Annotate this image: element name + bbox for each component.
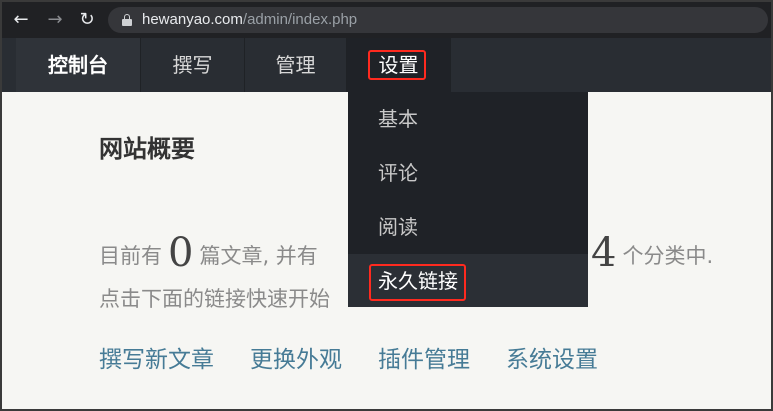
menu-item-reading[interactable]: 阅读: [348, 200, 588, 254]
forward-arrow-icon[interactable]: →: [44, 9, 66, 31]
tab-write[interactable]: 撰写: [141, 38, 245, 92]
url-host: hewanyao.com: [142, 11, 243, 28]
highlight-box-permalink: [369, 264, 466, 301]
link-change-theme[interactable]: 更换外观: [250, 342, 342, 378]
url-path: /admin/index.php: [242, 11, 358, 28]
summary-prefix: 目前有: [99, 244, 162, 268]
summary-line-end: 4 个分类中.: [585, 228, 713, 278]
quick-start-hint: 点击下面的链接快速开始: [99, 287, 330, 311]
tab-manage[interactable]: 管理: [245, 38, 347, 92]
reload-icon[interactable]: ↻: [76, 9, 98, 31]
menu-item-comments[interactable]: 评论: [348, 146, 588, 200]
lock-icon[interactable]: [122, 14, 132, 26]
summary-line: 目前有 0 篇文章, 并有: [99, 228, 318, 278]
url-text: hewanyao.com/admin/index.php: [142, 10, 357, 30]
post-count: 0: [168, 230, 194, 276]
highlight-box-settings: [368, 50, 426, 80]
tab-dashboard[interactable]: 控制台: [16, 38, 141, 92]
back-arrow-icon[interactable]: ←: [10, 9, 32, 31]
link-write-post[interactable]: 撰写新文章: [99, 342, 214, 378]
page-title: 网站概要: [99, 135, 195, 163]
browser-window: ← → ↻ hewanyao.com/admin/index.php 控制台 撰…: [0, 0, 773, 411]
link-plugins[interactable]: 插件管理: [378, 342, 470, 378]
summary-suffix: 个分类中.: [622, 244, 714, 268]
browser-toolbar: ← → ↻ hewanyao.com/admin/index.php: [2, 2, 771, 38]
quick-links: 撰写新文章 更换外观 插件管理 系统设置: [99, 342, 634, 378]
summary-mid: 篇文章, 并有: [199, 244, 318, 268]
address-bar[interactable]: hewanyao.com/admin/index.php: [108, 7, 768, 33]
menu-item-basic[interactable]: 基本: [348, 92, 588, 146]
link-system-settings[interactable]: 系统设置: [506, 342, 598, 378]
category-count: 4: [591, 230, 617, 276]
